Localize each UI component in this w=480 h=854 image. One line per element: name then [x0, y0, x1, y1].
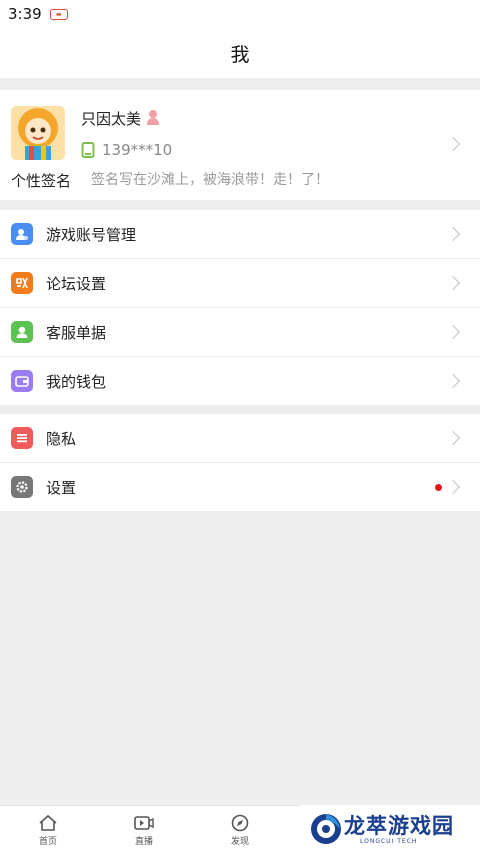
menu-item-game-account[interactable]: 游戏账号管理 [0, 210, 480, 259]
phone-number: 139***10 [102, 141, 173, 159]
chevron-right-icon [445, 275, 461, 291]
tab-discover[interactable]: 发现 [220, 814, 260, 847]
signature-label: 个性签名 [11, 172, 72, 190]
watermark-subtext: LONGCUI TECH [360, 838, 418, 845]
signature-text: 签名写在沙滩上，被海浪带！走！了！ [91, 172, 329, 188]
top-bar: 我 [0, 28, 480, 78]
menu-item-customer-service[interactable]: 客服单据 [0, 308, 480, 357]
menu-label: 客服单据 [46, 324, 107, 342]
home-icon [39, 814, 57, 831]
forum-icon [11, 272, 33, 294]
tab-live[interactable]: 直播 [124, 814, 164, 847]
video-icon [134, 816, 154, 830]
menu-item-wallet[interactable]: 我的钱包 [0, 357, 480, 405]
chevron-right-icon [445, 373, 461, 389]
menu-label: 隐私 [46, 430, 77, 448]
tab-home[interactable]: 首页 [28, 814, 68, 847]
watermark: 龙萃游戏园 LONGCUI TECH [300, 805, 480, 853]
watermark-logo-icon [311, 814, 341, 844]
menu-item-forum-settings[interactable]: 论坛设置 [0, 259, 480, 308]
chevron-right-icon [445, 324, 461, 340]
status-time: 3:39 [8, 5, 42, 23]
gear-icon [11, 476, 33, 498]
menu-item-privacy[interactable]: 隐私 [0, 414, 480, 463]
status-bar: 3:39 ▬ [0, 0, 480, 28]
female-user-icon [147, 110, 159, 125]
menu-item-settings[interactable]: 设置 [0, 463, 480, 511]
tab-label: 直播 [134, 837, 153, 847]
chevron-right-icon [445, 136, 461, 152]
account-icon [11, 223, 33, 245]
wallet-icon [11, 370, 33, 392]
menu-group-account: 游戏账号管理 论坛设置 客服单据 我的钱包 [0, 210, 480, 405]
tab-label: 发现 [230, 837, 249, 847]
tab-label: 首页 [38, 837, 57, 847]
menu-label: 游戏账号管理 [46, 226, 137, 244]
menu-group-system: 隐私 设置 [0, 414, 480, 511]
watermark-text: 龙萃游戏园 [344, 814, 454, 838]
notification-dot [435, 484, 442, 491]
phone-icon [81, 142, 95, 158]
menu-label: 设置 [46, 479, 77, 497]
chevron-right-icon [445, 430, 461, 446]
profile-card[interactable]: 只因太美 139***10 个性签名 签名写在沙滩上，被海浪带！走！了！ [0, 90, 480, 200]
menu-label: 论坛设置 [46, 275, 107, 293]
user-name: 只因太美 [81, 110, 142, 128]
news-app-icon: ▬ [49, 8, 68, 20]
compass-icon [231, 814, 249, 832]
service-icon [11, 321, 33, 343]
chevron-right-icon [445, 479, 461, 495]
privacy-icon [11, 427, 33, 449]
menu-label: 我的钱包 [46, 373, 107, 391]
cartoon-avatar-icon[interactable] [11, 106, 65, 160]
page-title: 我 [230, 43, 250, 66]
chevron-right-icon [445, 226, 461, 242]
